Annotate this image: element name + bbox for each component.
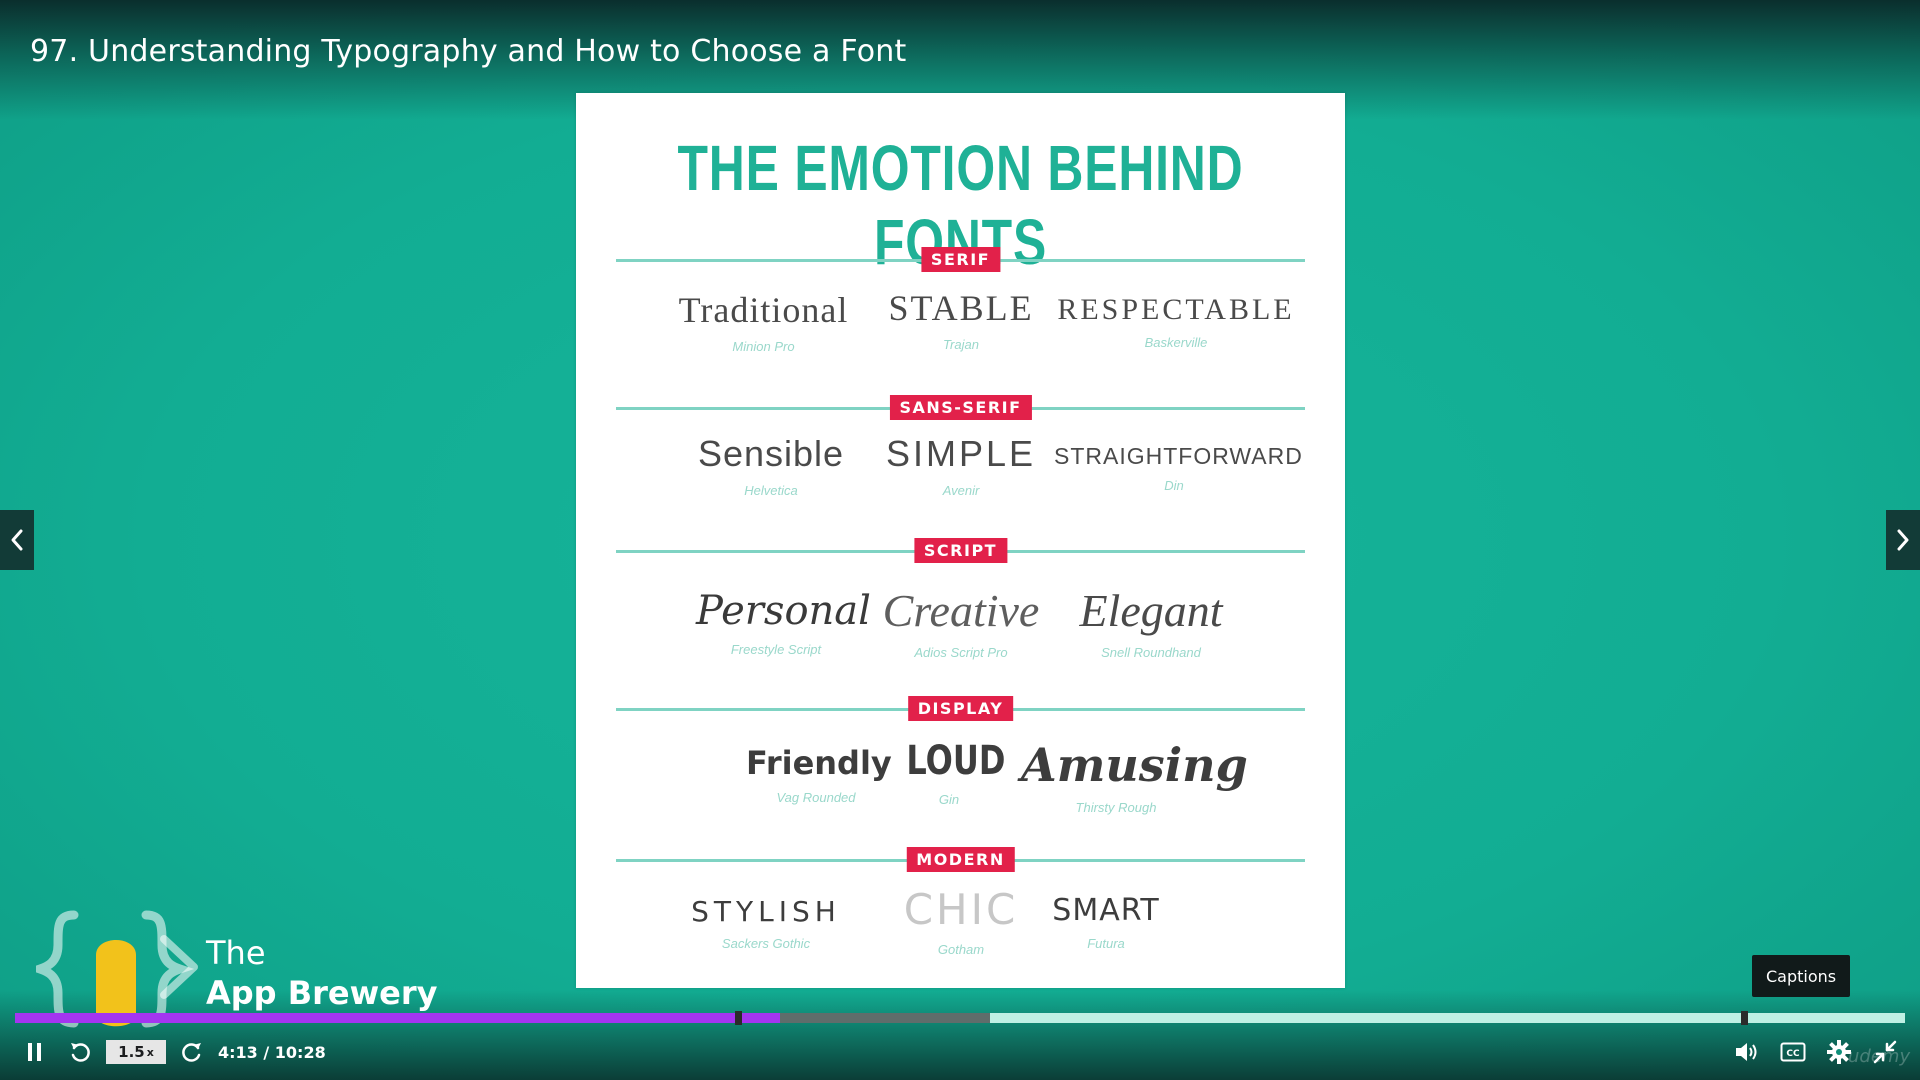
- font-sample: Elegant Snell Roundhand: [1056, 584, 1246, 660]
- rewind-button[interactable]: [64, 1036, 96, 1068]
- slide-card: THE EMOTION BEHIND FONTS SERIF Tradition…: [576, 93, 1345, 988]
- font-sample-word: SIMPLE: [885, 433, 1037, 474]
- font-sample-name: Gin: [938, 792, 960, 807]
- udemy-watermark: udemy: [1848, 1046, 1911, 1067]
- captions-button[interactable]: CC: [1776, 1036, 1810, 1068]
- font-sample-name: Helvetica: [744, 483, 798, 498]
- font-sample-word: Traditional: [678, 290, 849, 330]
- svg-text:CC: CC: [1786, 1049, 1800, 1059]
- font-sample-word: Sensible: [697, 433, 845, 474]
- font-sample: RESPECTABLE Baskerville: [1056, 293, 1296, 350]
- section-badge: SERIF: [920, 247, 1001, 272]
- font-sample-word: Friendly: [746, 744, 892, 782]
- font-sample: Amusing Thirsty Rough: [1021, 738, 1248, 815]
- bookmark-marker[interactable]: [735, 1011, 743, 1025]
- playback-speed-button[interactable]: 1.5 x: [106, 1040, 166, 1064]
- bookmark-marker[interactable]: [1740, 1011, 1748, 1025]
- font-sample-name: Minion Pro: [732, 339, 795, 354]
- font-sample-word: CHIC: [903, 885, 1019, 934]
- forward-button[interactable]: [176, 1036, 208, 1068]
- font-sample-name: Avenir: [942, 483, 980, 498]
- chevron-left-icon: [11, 529, 23, 551]
- time-display: 4:13 / 10:28: [218, 1043, 326, 1062]
- font-sample-word-wrap: LOUD: [894, 738, 1006, 784]
- rewind-5-icon: [71, 1043, 90, 1062]
- font-sample: Personal Freestyle Script: [696, 588, 871, 657]
- font-sample-name: Snell Roundhand: [1101, 645, 1201, 660]
- logo-line-2: App Brewery: [206, 974, 438, 1012]
- section-badge: DISPLAY: [907, 696, 1014, 721]
- progress-played: [15, 1013, 781, 1023]
- font-sample-name: Trajan: [943, 337, 979, 352]
- font-sample: Creative Adios Script Pro: [876, 584, 1046, 660]
- lecture-title: 97. Understanding Typography and How to …: [30, 34, 907, 69]
- captions-icon: CC: [1780, 1042, 1806, 1062]
- font-sample: CHIC Gotham: [886, 885, 1036, 957]
- pause-icon: [28, 1043, 41, 1061]
- pause-button[interactable]: [20, 1036, 50, 1068]
- font-sample-word: STYLISH: [691, 895, 841, 928]
- volume-button[interactable]: [1730, 1036, 1764, 1068]
- font-sample: STYLISH Sackers Gothic: [676, 895, 856, 951]
- font-sample-word: STABLE: [888, 288, 1034, 328]
- font-sample-word: Personal: [696, 588, 871, 634]
- font-sample: LOUD Gin: [894, 738, 1006, 807]
- font-sample: Traditional Minion Pro: [676, 289, 851, 354]
- font-sample-word: Elegant: [1079, 585, 1223, 636]
- next-lecture-button[interactable]: [1886, 510, 1920, 570]
- player-controls: 1.5 x 4:13 / 10:28 CC: [0, 1030, 1920, 1074]
- previous-lecture-button[interactable]: [0, 510, 34, 570]
- font-sample-name: Thirsty Rough: [1075, 800, 1157, 815]
- section-badge: SANS-SERIF: [889, 395, 1032, 420]
- font-sample-word: Amusing: [1021, 738, 1248, 792]
- font-sample-word: SMART: [1052, 893, 1160, 928]
- playback-speed-suffix: x: [146, 1045, 154, 1059]
- font-sample-word: Creative: [882, 585, 1040, 636]
- logo-text: The App Brewery: [206, 933, 438, 1013]
- section-badge: MODERN: [906, 847, 1015, 872]
- font-sample: SIMPLE Avenir: [876, 433, 1046, 498]
- font-sample-name: Baskerville: [1144, 335, 1208, 350]
- font-sample-name: Sackers Gothic: [721, 936, 811, 951]
- font-sample-name: Futura: [1087, 936, 1125, 951]
- chevron-right-icon: [1897, 529, 1909, 551]
- font-sample-name: Din: [1164, 478, 1184, 493]
- font-sample-name: Adios Script Pro: [914, 645, 1008, 660]
- font-sample-word: RESPECTABLE: [1057, 293, 1295, 326]
- playback-speed-value: 1.5: [118, 1043, 145, 1061]
- logo-line-1: The: [206, 934, 266, 972]
- font-sample: Sensible Helvetica: [691, 433, 851, 498]
- font-sample-word: STRAIGHTFORWARD: [1054, 443, 1303, 469]
- font-sample: STABLE Trajan: [886, 287, 1036, 352]
- font-sample-word: LOUD: [906, 738, 1006, 784]
- font-sample: SMART Futura: [1046, 893, 1166, 951]
- progress-bar[interactable]: [15, 1011, 1905, 1025]
- font-sample: Friendly Vag Rounded: [746, 744, 892, 805]
- section-badge: SCRIPT: [913, 538, 1008, 563]
- font-sample-name: Freestyle Script: [730, 642, 822, 657]
- font-sample: STRAIGHTFORWARD Din: [1054, 443, 1303, 493]
- font-sample-name: Gotham: [937, 942, 985, 957]
- volume-icon: [1736, 1043, 1757, 1061]
- forward-5-icon: [182, 1043, 201, 1062]
- font-sample-name: Vag Rounded: [776, 790, 856, 805]
- captions-tooltip: Captions: [1752, 955, 1851, 997]
